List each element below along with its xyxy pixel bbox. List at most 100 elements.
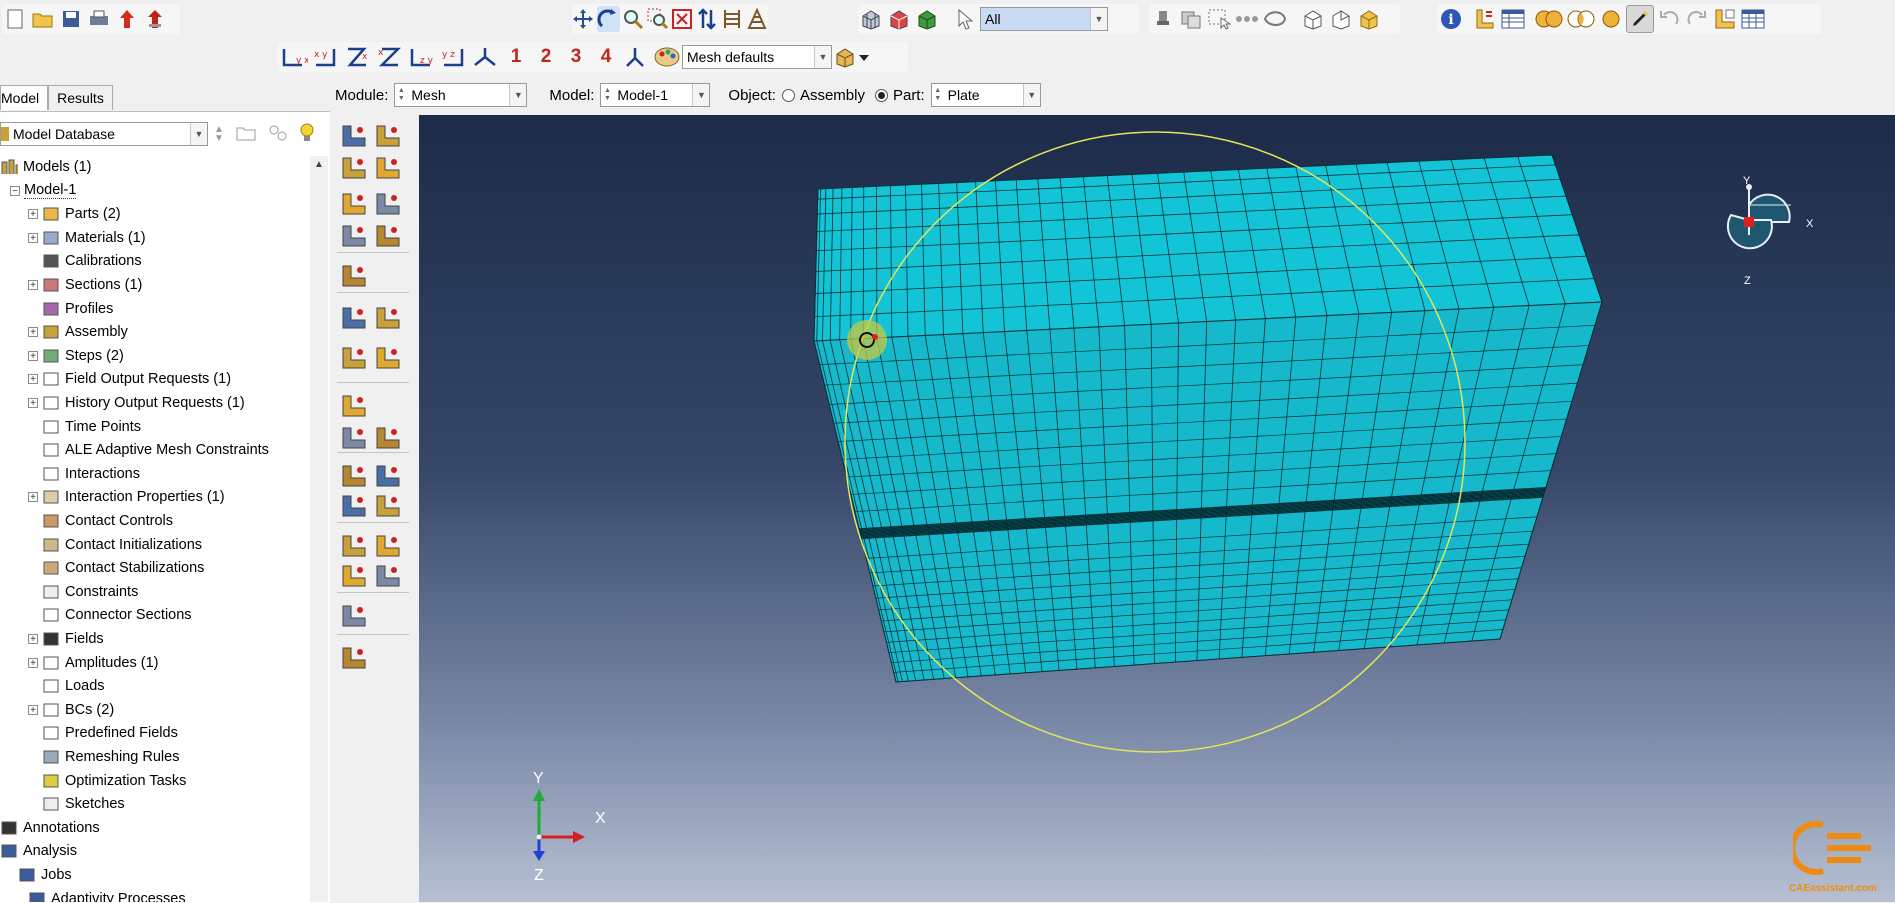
viewport-cascade-icon[interactable] xyxy=(721,6,744,32)
boolean-intersect-icon[interactable] xyxy=(1566,6,1596,32)
tree-item[interactable]: +Steps (2) xyxy=(28,345,124,367)
tree-item[interactable]: Profiles xyxy=(28,298,113,320)
expand-icon[interactable]: + xyxy=(28,398,38,408)
tree-item[interactable]: +BCs (2) xyxy=(28,699,114,721)
saved-view-4-button[interactable]: 4 xyxy=(592,43,620,71)
view-compass[interactable] xyxy=(1709,177,1819,267)
edit-mesh-icon[interactable] xyxy=(373,304,403,332)
pan-icon[interactable] xyxy=(572,6,595,32)
tree-item[interactable]: +Sections (1) xyxy=(28,274,142,296)
view-right-icon[interactable]: y z xyxy=(438,44,468,70)
save-icon[interactable] xyxy=(58,6,84,32)
chevron-down-icon[interactable]: ▼ xyxy=(190,123,207,145)
circle-icon[interactable] xyxy=(1598,6,1624,32)
expand-icon[interactable]: + xyxy=(28,351,38,361)
pen-icon[interactable] xyxy=(1626,5,1654,33)
print-icon[interactable] xyxy=(86,6,112,32)
query-mesh-icon[interactable] xyxy=(339,344,369,372)
tree-item[interactable]: Contact Controls xyxy=(28,510,173,532)
tree-item[interactable]: +Fields xyxy=(28,628,104,650)
drag-shape-icon[interactable] xyxy=(1178,6,1204,32)
tab-results[interactable]: Results xyxy=(48,85,113,110)
tree-item[interactable]: +Assembly xyxy=(28,321,128,343)
view-left-icon[interactable]: z y xyxy=(406,44,436,70)
folder-up-icon[interactable] xyxy=(236,125,256,144)
chevron-down-icon[interactable]: ▼ xyxy=(1023,84,1040,106)
tree-item[interactable]: +Interaction Properties (1) xyxy=(28,486,225,508)
axis-icon[interactable] xyxy=(373,492,403,520)
view-iso-icon[interactable] xyxy=(470,44,500,70)
module-select[interactable]: ▲▼ Mesh ▼ xyxy=(394,83,527,107)
saved-view-3-button[interactable]: 3 xyxy=(562,43,590,71)
mesh-controls-icon[interactable] xyxy=(339,190,369,218)
tree-item[interactable]: Constraints xyxy=(28,581,138,603)
tree-item[interactable]: +Parts (2) xyxy=(28,203,121,225)
assembly-radio[interactable] xyxy=(782,89,795,102)
part-select[interactable]: ▲▼ Plate ▼ xyxy=(931,83,1041,107)
wireframe-icon[interactable] xyxy=(858,6,884,32)
tab-model[interactable]: Model xyxy=(0,85,48,110)
box-icon-2[interactable] xyxy=(1328,6,1354,32)
tree-item[interactable]: Analysis xyxy=(0,840,77,862)
tree-scrollbar[interactable]: ▲ xyxy=(310,156,328,902)
chevron-down-icon[interactable]: ▼ xyxy=(814,46,831,68)
element-type-icon[interactable] xyxy=(373,190,403,218)
seed-edge-delete-icon[interactable] xyxy=(373,154,403,182)
viewport[interactable]: Y X Z Y X Z CAEassistant.com xyxy=(419,115,1895,902)
seed-edges-icon[interactable] xyxy=(373,122,403,150)
cycle-views-icon[interactable] xyxy=(696,6,719,32)
mesh-part-icon[interactable] xyxy=(339,222,369,250)
redo-icon[interactable] xyxy=(1684,6,1710,32)
tree-item[interactable]: Connector Sections xyxy=(28,604,192,626)
auto-fit-icon[interactable] xyxy=(671,6,694,32)
expand-icon[interactable]: + xyxy=(28,634,38,644)
open-folder-icon[interactable] xyxy=(30,6,56,32)
boolean-union-icon[interactable] xyxy=(1534,6,1564,32)
tree-item[interactable]: +History Output Requests (1) xyxy=(28,392,245,414)
reference-icon[interactable] xyxy=(373,424,403,452)
tree-item[interactable]: Predefined Fields xyxy=(28,722,178,744)
part-radio[interactable] xyxy=(875,89,888,102)
tree-item[interactable]: Optimization Tasks xyxy=(28,770,186,792)
rotate-cell-icon[interactable] xyxy=(339,602,369,630)
tree-item[interactable]: Adaptivity Processes xyxy=(28,888,186,902)
box-icon-1[interactable] xyxy=(1300,6,1326,32)
box-select-icon[interactable] xyxy=(1206,6,1232,32)
tree-item[interactable]: Sketches xyxy=(28,793,125,815)
table-icon[interactable] xyxy=(1500,6,1526,32)
export-icon[interactable] xyxy=(142,6,168,32)
partition-face-icon[interactable] xyxy=(339,562,369,590)
info-icon[interactable]: i xyxy=(1438,6,1464,32)
tile-icon[interactable] xyxy=(745,6,768,32)
chevron-down-icon[interactable]: ▼ xyxy=(1090,8,1107,30)
seed-part-icon[interactable] xyxy=(339,122,369,150)
chevron-down-icon[interactable]: ▼ xyxy=(509,84,526,106)
feature-manager-icon[interactable] xyxy=(1712,6,1738,32)
rotate-icon[interactable] xyxy=(597,6,620,32)
color-code-icon[interactable] xyxy=(654,44,680,70)
tree-model-1[interactable]: −Model-1 xyxy=(10,180,76,202)
partition-edge-icon[interactable] xyxy=(373,562,403,590)
seed-delete-icon[interactable] xyxy=(339,154,369,182)
tree-item[interactable]: Annotations xyxy=(0,817,100,839)
create-node-icon[interactable] xyxy=(339,424,369,452)
scroll-up-icon[interactable]: ▲ xyxy=(310,156,328,174)
selection-filter-select[interactable]: All ▼ xyxy=(980,7,1108,31)
query-part-icon[interactable] xyxy=(1472,6,1498,32)
tools-icon[interactable] xyxy=(339,644,369,672)
mesh-canvas[interactable] xyxy=(419,115,1895,902)
datum-axis-icon[interactable] xyxy=(373,532,403,560)
tree-item[interactable]: +Amplitudes (1) xyxy=(28,652,158,674)
filter-icon[interactable] xyxy=(268,124,288,145)
box-icon-3[interactable] xyxy=(1356,6,1382,32)
undo-icon[interactable] xyxy=(1656,6,1682,32)
zoom-icon[interactable] xyxy=(622,6,645,32)
datum-icon[interactable] xyxy=(339,462,369,490)
expand-icon[interactable]: + xyxy=(28,209,38,219)
saved-view-1-button[interactable]: 1 xyxy=(502,43,530,71)
tree-item[interactable]: +Field Output Requests (1) xyxy=(28,368,231,390)
tree-item[interactable]: Contact Stabilizations xyxy=(28,557,204,579)
coordinates-icon[interactable] xyxy=(339,492,369,520)
lightbulb-icon[interactable] xyxy=(298,122,316,147)
tree-item[interactable]: Loads xyxy=(28,675,105,697)
